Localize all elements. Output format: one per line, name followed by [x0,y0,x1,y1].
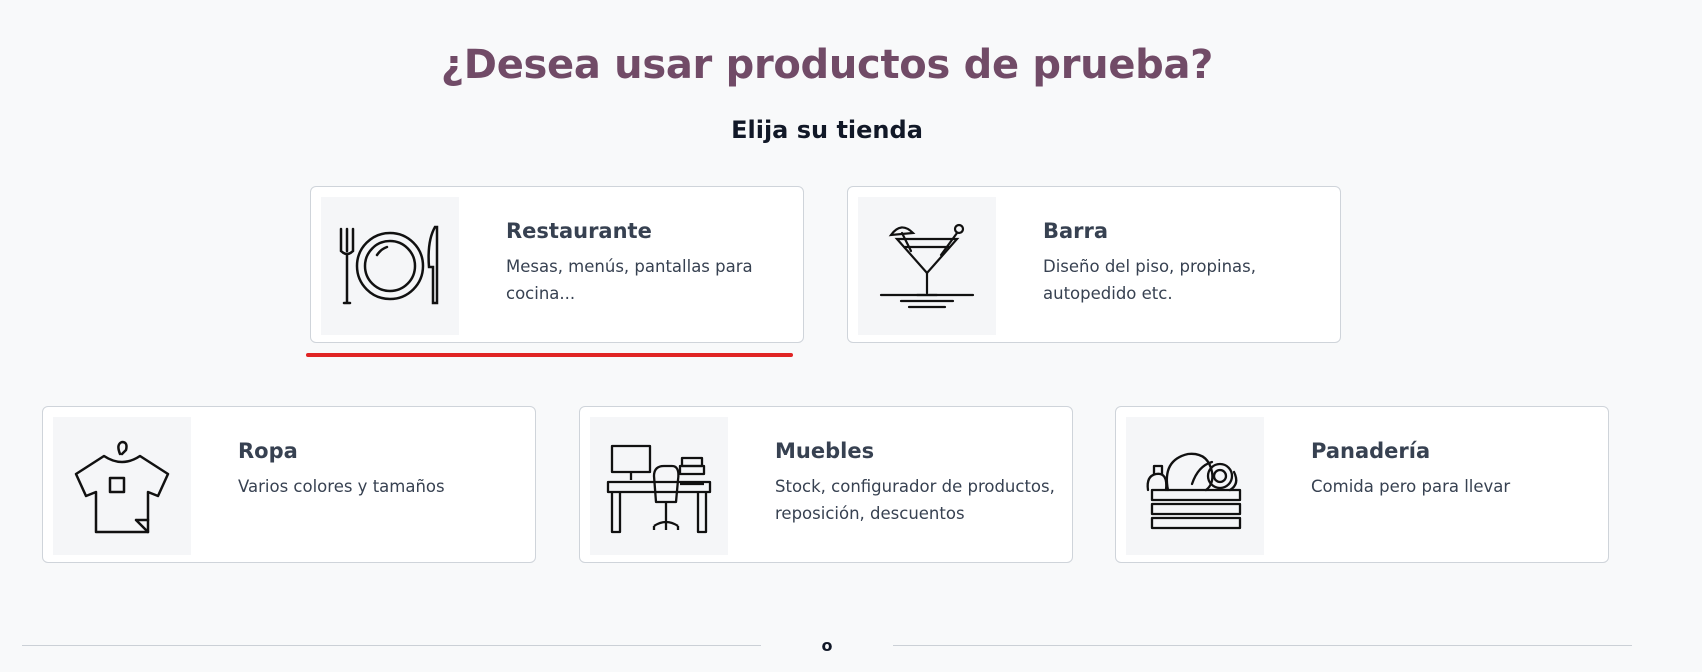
shop-card-panaderia[interactable]: Panadería Comida pero para llevar [1115,406,1609,563]
shop-card-ropa[interactable]: Ropa Varios colores y tamaños [42,406,536,563]
page-subtitle: Elija su tienda [731,116,923,144]
cocktail-icon [858,197,996,335]
shop-name: Restaurante [506,219,652,243]
shop-description: Diseño del piso, propinas, autopedido et… [1043,257,1256,303]
demo-data-page: ¿Desea usar productos de prueba? Elija s… [0,0,1702,672]
shop-description: Mesas, menús, pantallas para cocina... [506,257,753,303]
shop-description: Varios colores y tamaños [238,477,445,496]
restaurant-icon [321,197,459,335]
shop-card-muebles[interactable]: Muebles Stock, configurador de productos… [579,406,1073,563]
shop-name: Panadería [1311,439,1431,463]
selection-underline [306,353,793,357]
page-title: ¿Desea usar productos de prueba? [440,42,1214,88]
shirt-icon [53,417,191,555]
shop-description: Stock, configurador de productos, reposi… [775,477,1055,523]
shop-description: Comida pero para llevar [1311,477,1511,496]
shop-name: Barra [1043,219,1109,243]
shop-name: Ropa [238,439,298,463]
bakery-icon [1126,417,1264,555]
furniture-icon [590,417,728,555]
shop-card-barra[interactable]: Barra Diseño del piso, propinas, autoped… [847,186,1341,343]
divider-or-text: o [821,636,833,655]
shop-card-restaurante[interactable]: Restaurante Mesas, menús, pantallas para… [310,186,804,343]
divider-line-right [893,645,1632,646]
shop-name: Muebles [775,439,875,463]
divider-line-left [22,645,761,646]
